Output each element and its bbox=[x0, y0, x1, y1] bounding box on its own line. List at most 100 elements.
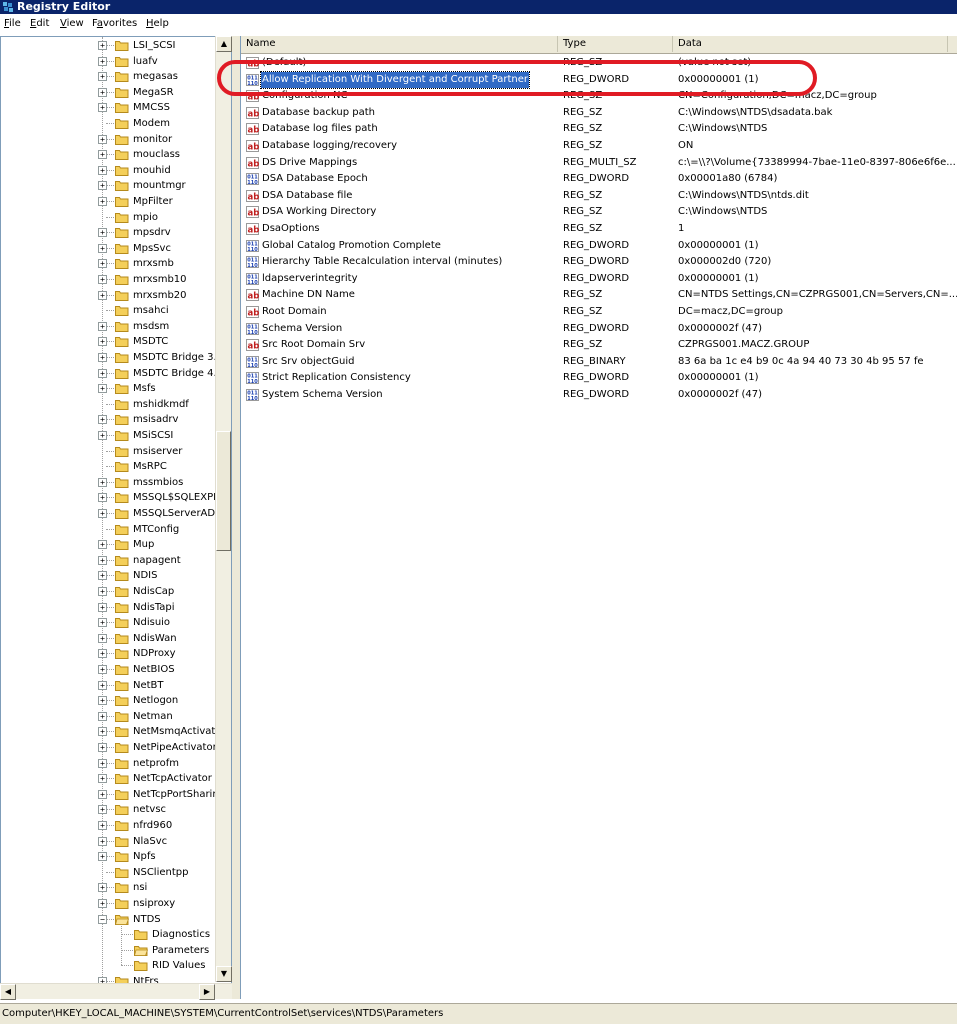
tree-key[interactable]: + netprofm bbox=[1, 756, 217, 771]
tree-key[interactable]: + MSDTC Bridge 4.0 bbox=[1, 366, 223, 381]
tree-key[interactable]: + mpsdrv bbox=[1, 225, 217, 240]
tree-key[interactable]: + LSI_SCSI bbox=[1, 38, 217, 53]
value-row[interactable]: ab DSA Working Directory REG_SZ C:\Windows\… bbox=[241, 204, 957, 220]
tree-key[interactable]: + MegaSR bbox=[1, 85, 217, 100]
expand-icon[interactable]: + bbox=[98, 353, 107, 362]
value-row[interactable]: ab Database logging/recovery REG_SZ ON bbox=[241, 138, 957, 154]
expand-icon[interactable]: + bbox=[98, 587, 107, 596]
value-row[interactable]: 011 110 Global Catalog Promotion Complete R… bbox=[241, 238, 957, 254]
expand-icon[interactable]: + bbox=[98, 228, 107, 238]
tree-key[interactable]: + mrxsmb20 bbox=[1, 288, 217, 303]
tree-horizontal-scrollbar[interactable]: ◀ ▶ bbox=[0, 983, 232, 1000]
expand-icon[interactable]: + bbox=[98, 727, 107, 737]
expand-icon[interactable]: + bbox=[98, 633, 107, 643]
collapse-icon[interactable]: − bbox=[98, 914, 107, 924]
expand-icon[interactable]: + bbox=[98, 680, 107, 690]
tree-key[interactable]: + mouhid bbox=[1, 163, 217, 178]
tree-key[interactable]: + mountmgr bbox=[1, 178, 217, 193]
expand-icon[interactable]: + bbox=[98, 555, 107, 565]
tree-key[interactable]: + mrxsmb bbox=[1, 256, 217, 271]
tree-vertical-scrollbar[interactable]: ▲ ▼ bbox=[215, 36, 232, 982]
value-row[interactable]: 011 110 Schema Version REG_DWORD 0x0000002f … bbox=[241, 321, 957, 337]
tree-key[interactable]: + NdisWan bbox=[1, 631, 217, 646]
value-row[interactable]: ab Root Domain REG_SZ DC=macz,DC=group bbox=[241, 304, 957, 320]
scroll-thumb[interactable] bbox=[216, 431, 231, 551]
expand-icon[interactable]: + bbox=[98, 540, 107, 550]
value-row[interactable]: ab Database log files path REG_SZ C:\Window… bbox=[241, 121, 957, 137]
tree-key[interactable]: + msdsm bbox=[1, 319, 217, 334]
tree-subkey[interactable]: RID Values bbox=[1, 958, 217, 973]
scroll-up-button[interactable]: ▲ bbox=[216, 36, 232, 52]
expand-icon[interactable]: + bbox=[98, 743, 107, 752]
tree-key[interactable]: + luafv bbox=[1, 54, 217, 69]
tree-key[interactable]: + mouclass bbox=[1, 147, 217, 162]
expand-icon[interactable]: + bbox=[98, 337, 107, 347]
tree-key[interactable]: + MSDTC bbox=[1, 334, 217, 349]
expand-icon[interactable]: + bbox=[98, 836, 107, 846]
values-list[interactable]: Name Type Data ab (Default) REG_SZ (value n… bbox=[240, 36, 957, 999]
tree-key[interactable]: + Netlogon bbox=[1, 693, 217, 708]
expand-icon[interactable]: + bbox=[98, 711, 107, 721]
expand-icon[interactable]: + bbox=[98, 150, 107, 160]
value-row[interactable]: ab Src Root Domain Srv REG_SZ CZPRGS001.MAC… bbox=[241, 337, 957, 353]
expand-icon[interactable]: + bbox=[98, 181, 107, 191]
tree-key[interactable]: MTConfig bbox=[1, 522, 217, 537]
tree-key[interactable]: + netvsc bbox=[1, 802, 217, 817]
tree-key[interactable]: − NTDS bbox=[1, 912, 217, 927]
expand-icon[interactable]: + bbox=[98, 493, 107, 503]
scroll-right-button[interactable]: ▶ bbox=[199, 984, 215, 1000]
expand-icon[interactable]: + bbox=[98, 103, 107, 113]
value-row[interactable]: ab (Default) REG_SZ (value not set) bbox=[241, 55, 957, 71]
expand-icon[interactable]: + bbox=[98, 696, 107, 706]
column-header-type[interactable]: Type bbox=[558, 36, 673, 52]
tree-key[interactable]: + NetBT bbox=[1, 678, 217, 693]
tree-key[interactable]: NSClientpp bbox=[1, 865, 217, 880]
expand-icon[interactable]: + bbox=[98, 368, 107, 378]
expand-icon[interactable]: + bbox=[98, 899, 107, 908]
tree-key[interactable]: + MSSQLServerADH bbox=[1, 506, 223, 521]
tree-key[interactable]: msahci bbox=[1, 303, 217, 318]
tree-key[interactable]: + NdisCap bbox=[1, 584, 217, 599]
expand-icon[interactable]: + bbox=[98, 197, 107, 206]
tree-key[interactable]: + napagent bbox=[1, 553, 217, 568]
expand-icon[interactable]: + bbox=[98, 275, 107, 284]
tree-key[interactable]: + NetTcpActivator bbox=[1, 771, 217, 786]
tree-key[interactable]: + mssmbios bbox=[1, 475, 217, 490]
expand-icon[interactable]: + bbox=[98, 41, 107, 50]
expand-icon[interactable]: + bbox=[98, 602, 107, 612]
column-header-data[interactable]: Data bbox=[673, 36, 948, 52]
expand-icon[interactable]: + bbox=[98, 165, 107, 175]
value-row[interactable]: ab Configuration NC REG_SZ CN=Configuration… bbox=[241, 88, 957, 104]
expand-icon[interactable]: + bbox=[98, 649, 107, 659]
tree-key[interactable]: + NetTcpPortSharing bbox=[1, 787, 225, 802]
tree-subkey[interactable]: Diagnostics bbox=[1, 927, 217, 942]
expand-icon[interactable]: + bbox=[98, 509, 107, 518]
menu-view[interactable]: View bbox=[60, 17, 84, 31]
tree-key[interactable]: + Ndisuio bbox=[1, 615, 217, 630]
tree-key[interactable]: + NetBIOS bbox=[1, 662, 217, 677]
expand-icon[interactable]: + bbox=[98, 774, 107, 784]
pane-splitter[interactable] bbox=[232, 36, 240, 999]
menu-edit[interactable]: Edit bbox=[30, 17, 49, 31]
tree-key[interactable]: mpio bbox=[1, 210, 217, 225]
expand-icon[interactable]: + bbox=[98, 821, 107, 830]
expand-icon[interactable]: + bbox=[98, 805, 107, 815]
tree-key[interactable]: + msisadrv bbox=[1, 412, 217, 427]
expand-icon[interactable]: + bbox=[98, 243, 107, 253]
value-row[interactable]: ab Database backup path REG_SZ C:\Windows\N… bbox=[241, 105, 957, 121]
tree-subkey[interactable]: Parameters bbox=[1, 942, 217, 958]
tree-key[interactable]: + nsi bbox=[1, 880, 217, 895]
value-row[interactable]: 011 110 Src Srv objectGuid REG_BINARY 83 6a … bbox=[241, 354, 957, 370]
tree-key[interactable]: + NlaSvc bbox=[1, 834, 217, 849]
tree-key[interactable]: + MpFilter bbox=[1, 194, 217, 209]
tree-key[interactable]: + Netman bbox=[1, 709, 217, 724]
expand-icon[interactable]: + bbox=[98, 618, 107, 628]
menu-file[interactable]: File bbox=[4, 17, 21, 31]
expand-icon[interactable]: + bbox=[98, 789, 107, 799]
tree-key[interactable]: + nsiproxy bbox=[1, 896, 217, 911]
tree-key[interactable]: + NdisTapi bbox=[1, 600, 217, 615]
expand-icon[interactable]: + bbox=[98, 56, 107, 66]
expand-icon[interactable]: + bbox=[98, 571, 107, 581]
expand-icon[interactable]: + bbox=[98, 87, 107, 97]
tree-key[interactable]: + MMCSS bbox=[1, 100, 217, 115]
